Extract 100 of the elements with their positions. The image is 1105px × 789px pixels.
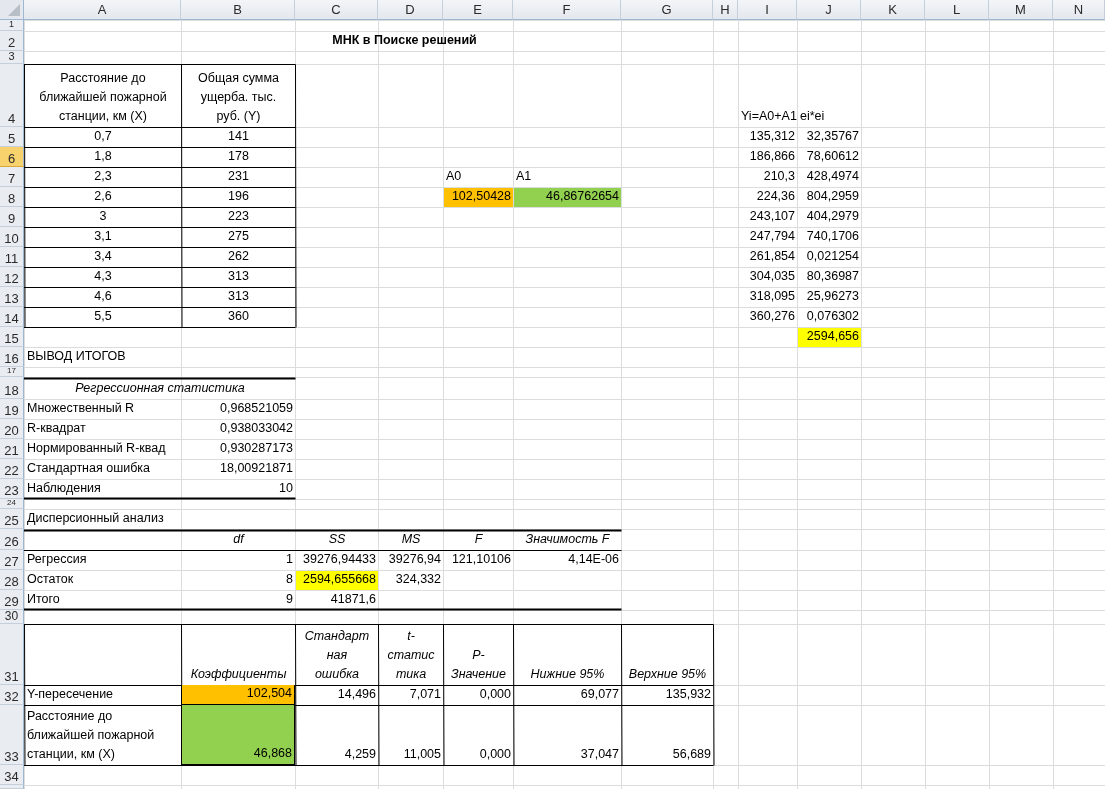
number-value: 80,36987 (806, 268, 859, 285)
highlighted-cell: 2594,656 (798, 328, 861, 347)
row-label: Остаток (27, 571, 74, 588)
column-header[interactable]: I (738, 0, 797, 20)
column-header[interactable]: N (1053, 0, 1105, 20)
highlighted-cell: 2594,655668 (296, 571, 378, 590)
number-value: 740,1706 (806, 228, 859, 245)
column-header[interactable]: M (989, 0, 1053, 20)
number-value: 318,095 (749, 288, 795, 305)
parameter-label: A1 (516, 168, 532, 185)
table-value: 313 (228, 268, 249, 285)
column-header[interactable]: A (24, 0, 181, 20)
number-value: 11,005 (403, 746, 441, 763)
sheet-title: МНК в Поиске решений (332, 32, 477, 49)
number-value: 14,496 (337, 686, 376, 703)
number-value: 360,276 (749, 308, 795, 325)
number-value: 428,4974 (806, 168, 859, 185)
number-value: 39276,94 (388, 551, 441, 568)
row-header[interactable]: 4 (7, 112, 16, 126)
column-header[interactable]: K (861, 0, 925, 20)
table-value: 275 (228, 228, 249, 245)
number-value: 186,866 (749, 148, 795, 165)
column-header[interactable]: C (295, 0, 378, 20)
table-value: 141 (228, 128, 249, 145)
number-value: 224,36 (756, 188, 795, 205)
column-heading: Значимость F (525, 531, 610, 548)
number-value: 0,930287173 (220, 440, 293, 457)
row-label: Наблюдения (27, 480, 101, 497)
table-value: 0,7 (94, 128, 112, 145)
column-header[interactable]: E (443, 0, 513, 20)
column-heading: Расстояние до ближайшей пожарной станции, км (X) (39, 70, 167, 125)
column-heading: Yi=A0+A1 (741, 108, 797, 125)
number-value: 0,021254 (806, 248, 859, 265)
column-heading: SS (328, 531, 346, 548)
number-value: 247,794 (749, 228, 795, 245)
number-value: 243,107 (749, 208, 795, 225)
column-heading: df (233, 531, 244, 548)
row-label: Расстояние до ближайшей пожарной станции, км (X) (27, 708, 155, 763)
column-header[interactable]: D (378, 0, 443, 20)
column-heading: Верхние 95% (628, 666, 707, 683)
column-heading: t- статис тика (387, 628, 435, 683)
number-value: 10 (279, 480, 293, 497)
column-heading: MS (401, 531, 421, 548)
parameter-label: A0 (446, 168, 462, 185)
section-title: Дисперсионный анализ (27, 510, 164, 527)
row-label: Нормированный R-квад (27, 440, 166, 457)
highlighted-cell: 46,868 (181, 705, 295, 765)
number-value: 32,35767 (806, 128, 859, 145)
number-value: 1 (286, 551, 293, 568)
column-heading: Стандарт ная ошибка (304, 628, 370, 683)
table-value: 3 (99, 208, 107, 225)
number-value: 37,047 (580, 746, 619, 763)
column-heading: ei*ei (800, 108, 825, 125)
row-header[interactable]: 33 (4, 750, 19, 764)
number-value: 7,071 (409, 686, 441, 703)
table-value: 262 (228, 248, 249, 265)
number-value: 804,2959 (806, 188, 859, 205)
number-value: 404,2979 (806, 208, 859, 225)
table-value: 4,6 (94, 288, 112, 305)
column-heading: Коэффициенты (190, 666, 287, 683)
column-header[interactable]: J (797, 0, 861, 20)
number-value: 0,000 (479, 686, 511, 703)
column-header[interactable]: L (925, 0, 989, 20)
number-value: 4,259 (344, 746, 376, 763)
row-label: Y-пересечение (27, 686, 114, 703)
column-header[interactable]: H (713, 0, 738, 20)
table-title: Регрессионная статистика (75, 380, 245, 397)
number-value: 4,14E-06 (568, 551, 619, 568)
column-header[interactable]: F (513, 0, 621, 20)
column-header[interactable]: G (621, 0, 713, 20)
number-value: 135,932 (665, 686, 711, 703)
number-value: 78,60612 (806, 148, 859, 165)
row-header[interactable]: 31 (4, 670, 19, 684)
highlighted-cell: 102,50428 (444, 188, 513, 207)
column-header[interactable]: B (181, 0, 295, 20)
select-all-icon[interactable] (8, 4, 20, 16)
column-heading: Общая сумма ущерба. тыс. руб. (Y) (198, 70, 279, 125)
table-value: 223 (228, 208, 249, 225)
table-value: 1,8 (94, 148, 112, 165)
number-value: 0,968521059 (220, 400, 293, 417)
row-header[interactable]: 1 (9, 20, 14, 30)
number-value: 25,96273 (806, 288, 859, 305)
number-value: 324,332 (395, 571, 441, 588)
column-heading: F (474, 531, 483, 548)
number-value: 8 (286, 571, 293, 588)
highlighted-cell: 46,86762654 (514, 188, 621, 207)
number-value: 304,035 (749, 268, 795, 285)
table-value: 196 (228, 188, 249, 205)
table-value: 360 (228, 308, 249, 325)
row-label: Множественный R (27, 400, 135, 417)
table-value: 313 (228, 288, 249, 305)
row-label: Стандартная ошибка (27, 460, 151, 477)
number-value: 121,10106 (451, 551, 511, 568)
highlighted-cell: 102,504 (181, 685, 295, 705)
number-value: 18,00921871 (220, 460, 293, 477)
number-value: 9 (286, 591, 293, 608)
column-heading: Нижние 95% (530, 666, 605, 683)
number-value: 0,938033042 (220, 420, 293, 437)
section-title: ВЫВОД ИТОГОВ (27, 348, 126, 365)
number-value: 210,3 (763, 168, 795, 185)
